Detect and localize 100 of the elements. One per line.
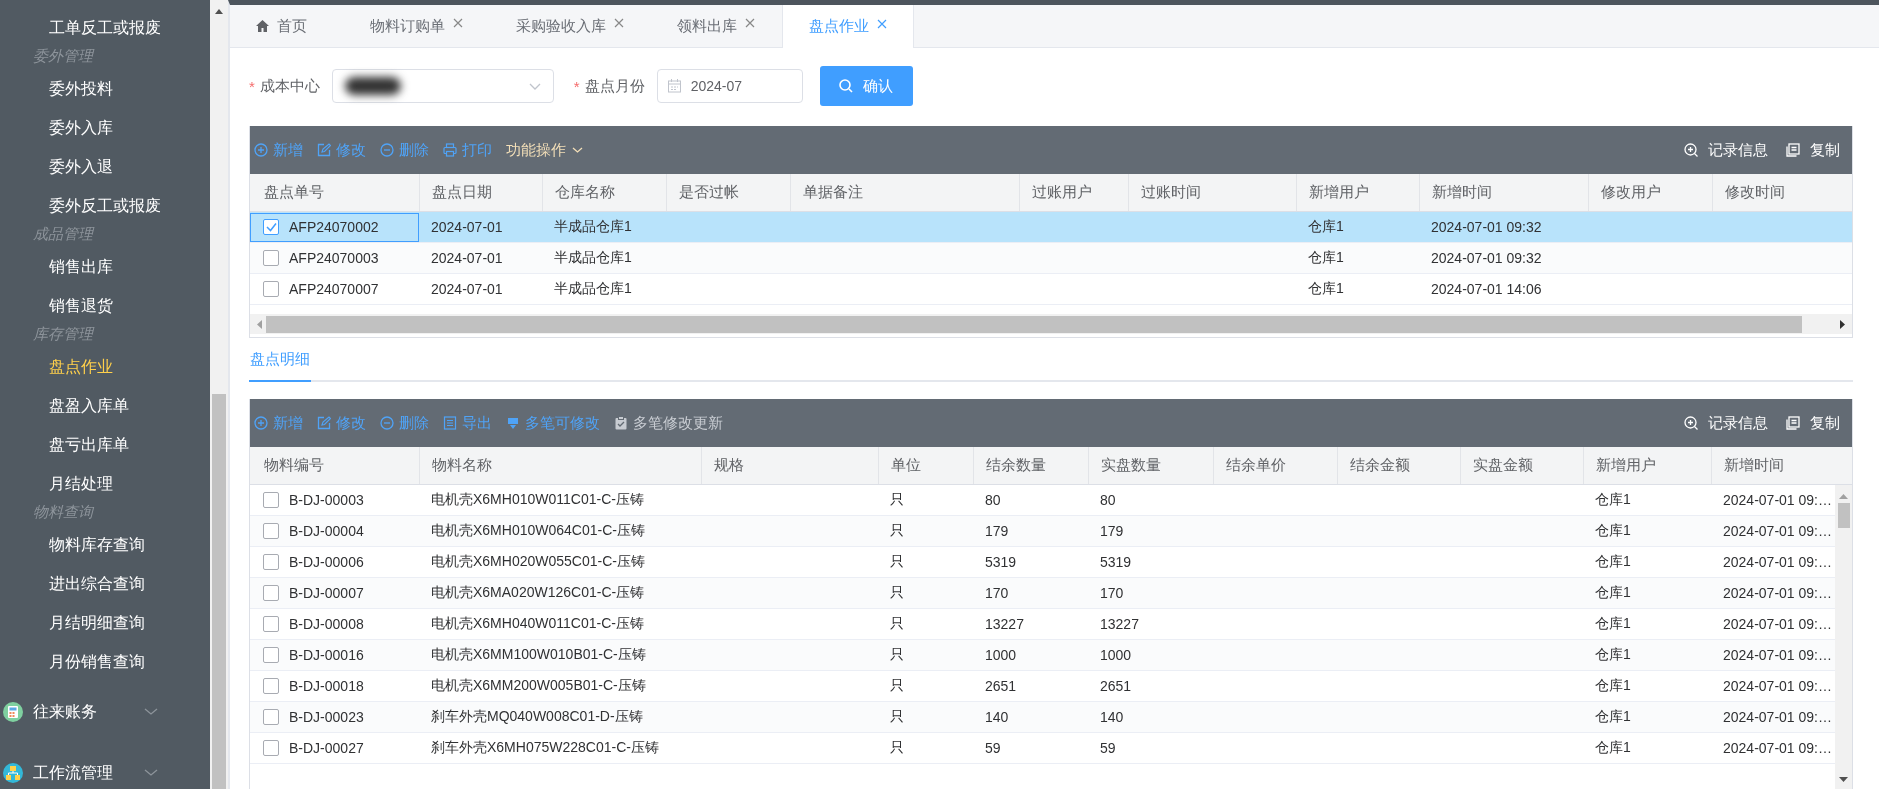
column-header[interactable]: 新增时间 bbox=[1711, 447, 1852, 485]
table-cell: 179 bbox=[973, 515, 1088, 547]
checkbox[interactable] bbox=[263, 281, 279, 297]
table-cell: 仓库1 bbox=[1583, 515, 1711, 547]
table-cell: 只 bbox=[878, 701, 973, 733]
sidebar-item[interactable]: 物料库存查询 bbox=[0, 525, 210, 564]
column-header[interactable]: 盘点日期 bbox=[419, 174, 542, 212]
sidebar-item[interactable]: 工单反工或报废 bbox=[0, 8, 210, 47]
table-cell: 仓库1 bbox=[1583, 732, 1711, 764]
column-header[interactable]: 是否过帐 bbox=[666, 174, 790, 212]
toolbar-button[interactable]: 复制 bbox=[1786, 413, 1840, 433]
column-header[interactable]: 实盘金额 bbox=[1460, 447, 1583, 485]
scroll-down-arrow-icon[interactable] bbox=[1839, 777, 1848, 783]
sidebar-group-label: 库存管理 bbox=[32, 325, 96, 344]
checkbox[interactable] bbox=[263, 250, 279, 266]
sidebar-item[interactable]: 盘亏出库单 bbox=[0, 425, 210, 464]
sidebar-item[interactable]: 销售出库 bbox=[0, 247, 210, 286]
column-header[interactable]: 实盘数量 bbox=[1088, 447, 1213, 485]
close-icon[interactable] bbox=[453, 18, 463, 28]
table-cell: 只 bbox=[878, 546, 973, 578]
column-header[interactable]: 修改时间 bbox=[1712, 174, 1852, 212]
scroll-left-arrow-icon[interactable] bbox=[256, 319, 262, 329]
toolbar-button[interactable]: 记录信息 bbox=[1684, 413, 1768, 433]
flowchart-icon bbox=[3, 763, 23, 783]
checkbox[interactable] bbox=[263, 523, 279, 539]
checkbox[interactable] bbox=[263, 554, 279, 570]
table-row[interactable]: AFP24070003 2024-07-01 半成品仓库1 仓库1 2024-07-01 09:32 bbox=[250, 242, 1852, 274]
search-icon bbox=[839, 79, 854, 93]
table-row[interactable]: B-DJ-00004 电机壳X6MH010W064C01-C-压铸 只 179 179 仓库1 2024-07-01 09:… bbox=[250, 515, 1835, 547]
table-row[interactable]: B-DJ-00008 电机壳X6MH040W011C01-C-压铸 只 13227 13227 仓库1 2024-07-01 09:… bbox=[250, 608, 1835, 640]
scrollbar-thumb[interactable] bbox=[1837, 503, 1850, 528]
sidebar-menu-item[interactable]: 工作流管理 bbox=[33, 762, 134, 784]
select-field[interactable] bbox=[331, 69, 554, 103]
close-icon[interactable] bbox=[614, 18, 624, 28]
sidebar-item[interactable]: 盘点作业 bbox=[0, 347, 210, 386]
checkbox[interactable] bbox=[263, 219, 279, 235]
sidebar-item[interactable]: 月结处理 bbox=[0, 464, 210, 503]
sidebar-item[interactable]: 月结明细查询 bbox=[0, 603, 210, 642]
table-cell: 仓库1 bbox=[1296, 273, 1419, 305]
column-header[interactable]: 仓库名称 bbox=[542, 174, 666, 212]
table-row[interactable]: B-DJ-00016 电机壳X6MM100W010B01-C-压铸 只 1000 1000 仓库1 2024-07-01 09:… bbox=[250, 639, 1835, 671]
checkbox[interactable] bbox=[263, 616, 279, 632]
column-header[interactable]: 物料名称 bbox=[419, 447, 701, 485]
column-header[interactable]: 新增用户 bbox=[1583, 447, 1711, 485]
table-row[interactable]: B-DJ-00003 电机壳X6MH010W011C01-C-压铸 只 80 80 仓库1 2024-07-01 09:… bbox=[250, 485, 1835, 516]
scroll-up-arrow-icon[interactable] bbox=[215, 8, 223, 14]
table-cell: 只 bbox=[878, 577, 973, 609]
table-row[interactable]: B-DJ-00027 刹车外壳X6MH075W228C01-C-压铸 只 59 59 仓库1 2024-07-01 09:… bbox=[250, 732, 1835, 764]
tab[interactable]: 首页 bbox=[232, 5, 344, 47]
sidebar-item[interactable]: 委外投料 bbox=[0, 69, 210, 108]
column-header[interactable]: 过账用户 bbox=[1019, 174, 1128, 212]
date-field[interactable]: 2024-07 bbox=[656, 69, 803, 103]
sidebar-item[interactable]: 委外入库 bbox=[0, 108, 210, 147]
column-header[interactable]: 规格 bbox=[701, 447, 878, 485]
column-header[interactable]: 过账时间 bbox=[1128, 174, 1296, 212]
table-row[interactable]: B-DJ-00006 电机壳X6MH020W055C01-C-压铸 只 5319 5319 仓库1 2024-07-01 09:… bbox=[250, 546, 1835, 578]
column-header[interactable]: 结余数量 bbox=[973, 447, 1088, 485]
sidebar-item[interactable]: 委外入退 bbox=[0, 147, 210, 186]
column-header[interactable]: 新增用户 bbox=[1296, 174, 1419, 212]
tab[interactable]: 物料订购单 bbox=[344, 5, 490, 47]
sidebar-item[interactable]: 销售退货 bbox=[0, 286, 210, 325]
table-row[interactable]: B-DJ-00007 电机壳X6MA020W126C01-C-压铸 只 170 170 仓库1 2024-07-01 09:… bbox=[250, 577, 1835, 609]
printer-icon bbox=[443, 143, 457, 157]
scroll-right-arrow-icon[interactable] bbox=[1840, 319, 1846, 329]
column-header[interactable]: 结余单价 bbox=[1213, 447, 1337, 485]
stamp-icon bbox=[506, 416, 520, 430]
table-cell: 仓库1 bbox=[1583, 639, 1711, 671]
column-header[interactable]: 盘点单号 bbox=[250, 174, 419, 212]
table-cell: 2024-07-01 09:32 bbox=[1419, 242, 1588, 274]
close-icon[interactable] bbox=[745, 18, 755, 28]
column-header[interactable]: 新增时间 bbox=[1419, 174, 1588, 212]
sidebar-group-label: 委外管理 bbox=[32, 47, 96, 66]
checkbox[interactable] bbox=[263, 678, 279, 694]
table-row[interactable]: AFP24070007 2024-07-01 半成品仓库1 仓库1 2024-07-01 14:06 bbox=[250, 273, 1852, 305]
table-row[interactable]: B-DJ-00023 刹车外壳MQ040W008C01-D-压铸 只 140 140 仓库1 2024-07-01 09:… bbox=[250, 701, 1835, 733]
column-header[interactable]: 结余金额 bbox=[1337, 447, 1460, 485]
close-icon[interactable] bbox=[877, 18, 887, 29]
table-cell: 刹车外壳X6MH075W228C01-C-压铸 bbox=[419, 732, 701, 764]
checkbox[interactable] bbox=[263, 492, 279, 508]
tab[interactable]: 领料出库 bbox=[651, 5, 782, 47]
column-header[interactable]: 单位 bbox=[878, 447, 973, 485]
column-header[interactable]: 修改用户 bbox=[1588, 174, 1712, 212]
table-row[interactable]: AFP24070002 2024-07-01 半成品仓库1 仓库1 2024-07-01 09:32 bbox=[250, 212, 1852, 243]
toolbar-button[interactable]: 复制 bbox=[1786, 140, 1840, 160]
sidebar-item[interactable]: 委外反工或报废 bbox=[0, 186, 210, 225]
toolbar-button[interactable]: 记录信息 bbox=[1684, 140, 1768, 160]
tab[interactable]: 采购验收入库 bbox=[490, 5, 651, 47]
column-header[interactable]: 单据备注 bbox=[790, 174, 1019, 212]
sidebar-item[interactable]: 月份销售查询 bbox=[0, 642, 210, 681]
column-header[interactable]: 物料编号 bbox=[250, 447, 419, 485]
checkbox[interactable] bbox=[263, 740, 279, 756]
sidebar-menu-item[interactable]: 往来账务 bbox=[33, 701, 134, 723]
table-row[interactable]: B-DJ-00018 电机壳X6MM200W005B01-C-压铸 只 2651 2651 仓库1 2024-07-01 09:… bbox=[250, 670, 1835, 702]
checkbox[interactable] bbox=[263, 647, 279, 663]
checkbox[interactable] bbox=[263, 585, 279, 601]
scrollbar[interactable] bbox=[1835, 485, 1852, 789]
checkbox[interactable] bbox=[263, 709, 279, 725]
sidebar-item[interactable]: 进出综合查询 bbox=[0, 564, 210, 603]
toolbar-button[interactable]: 功能操作 bbox=[506, 140, 583, 160]
sidebar-item[interactable]: 盘盈入库单 bbox=[0, 386, 210, 425]
